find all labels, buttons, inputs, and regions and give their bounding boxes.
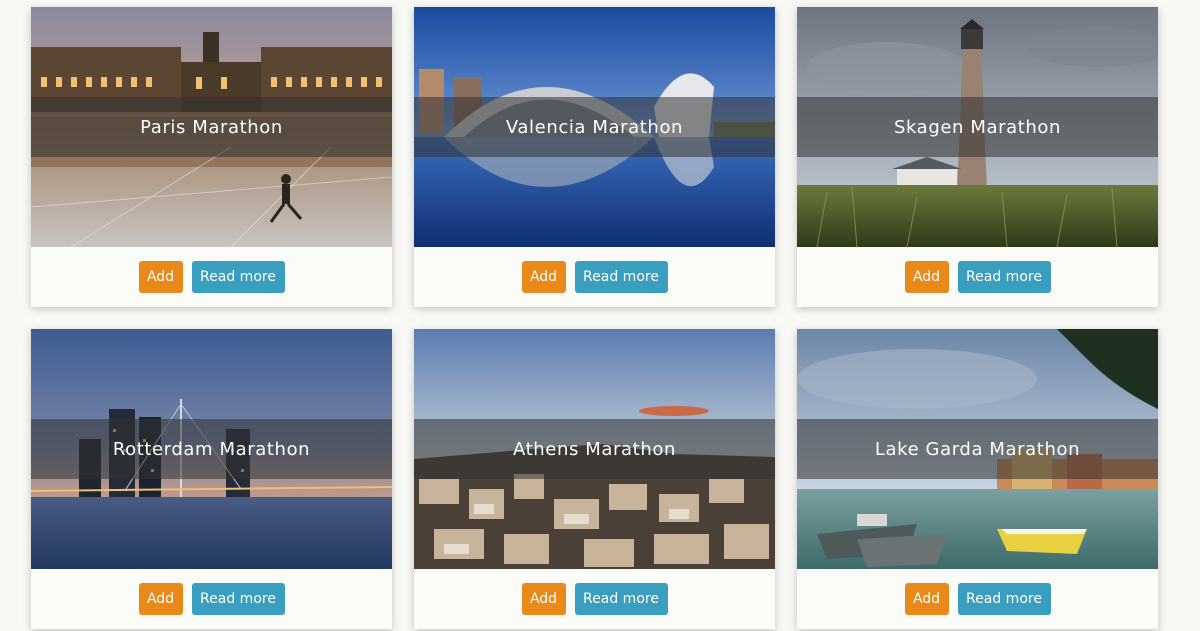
card-actions: Add Read more <box>797 569 1158 629</box>
marathon-card: Valencia Marathon Add Read more <box>414 7 775 307</box>
marathon-card: Skagen Marathon Add Read more <box>797 7 1158 307</box>
read-more-button[interactable]: Read more <box>957 261 1051 293</box>
marathon-photo: Skagen Marathon <box>797 7 1158 247</box>
title-overlay: Lake Garda Marathon <box>797 419 1158 479</box>
marathon-title: Skagen Marathon <box>893 116 1062 138</box>
card-actions: Add Read more <box>414 247 775 307</box>
add-button[interactable]: Add <box>521 261 566 293</box>
marathon-title: Paris Marathon <box>140 116 283 138</box>
marathon-title: Valencia Marathon <box>505 116 684 138</box>
card-actions: Add Read more <box>31 247 392 307</box>
marathon-photo: Athens Marathon <box>414 329 775 569</box>
title-overlay: Paris Marathon <box>31 97 392 157</box>
marathon-photo: Rotterdam Marathon <box>31 329 392 569</box>
read-more-button[interactable]: Read more <box>957 583 1051 615</box>
title-overlay: Skagen Marathon <box>797 97 1158 157</box>
marathon-photo: Valencia Marathon <box>414 7 775 247</box>
marathon-photo: Paris Marathon <box>31 7 392 247</box>
read-more-button[interactable]: Read more <box>574 261 668 293</box>
title-overlay: Valencia Marathon <box>414 97 775 157</box>
marathon-card: Paris Marathon Add Read more <box>31 7 392 307</box>
marathon-title: Athens Marathon <box>513 438 676 460</box>
add-button[interactable]: Add <box>904 583 949 615</box>
read-more-button[interactable]: Read more <box>191 261 285 293</box>
title-overlay: Athens Marathon <box>414 419 775 479</box>
marathon-card: Rotterdam Marathon Add Read more <box>31 329 392 629</box>
card-actions: Add Read more <box>797 247 1158 307</box>
marathon-card: Lake Garda Marathon Add Read more <box>797 329 1158 629</box>
title-overlay: Rotterdam Marathon <box>31 419 392 479</box>
card-actions: Add Read more <box>414 569 775 629</box>
marathon-card: Athens Marathon Add Read more <box>414 329 775 629</box>
marathon-title: Rotterdam Marathon <box>112 438 311 460</box>
read-more-button[interactable]: Read more <box>574 583 668 615</box>
read-more-button[interactable]: Read more <box>191 583 285 615</box>
marathon-photo: Lake Garda Marathon <box>797 329 1158 569</box>
add-button[interactable]: Add <box>138 261 183 293</box>
add-button[interactable]: Add <box>904 261 949 293</box>
add-button[interactable]: Add <box>521 583 566 615</box>
marathon-title: Lake Garda Marathon <box>874 438 1081 460</box>
card-actions: Add Read more <box>31 569 392 629</box>
marathon-card-grid: Paris Marathon Add Read more Valencia Ma… <box>31 7 1158 629</box>
add-button[interactable]: Add <box>138 583 183 615</box>
